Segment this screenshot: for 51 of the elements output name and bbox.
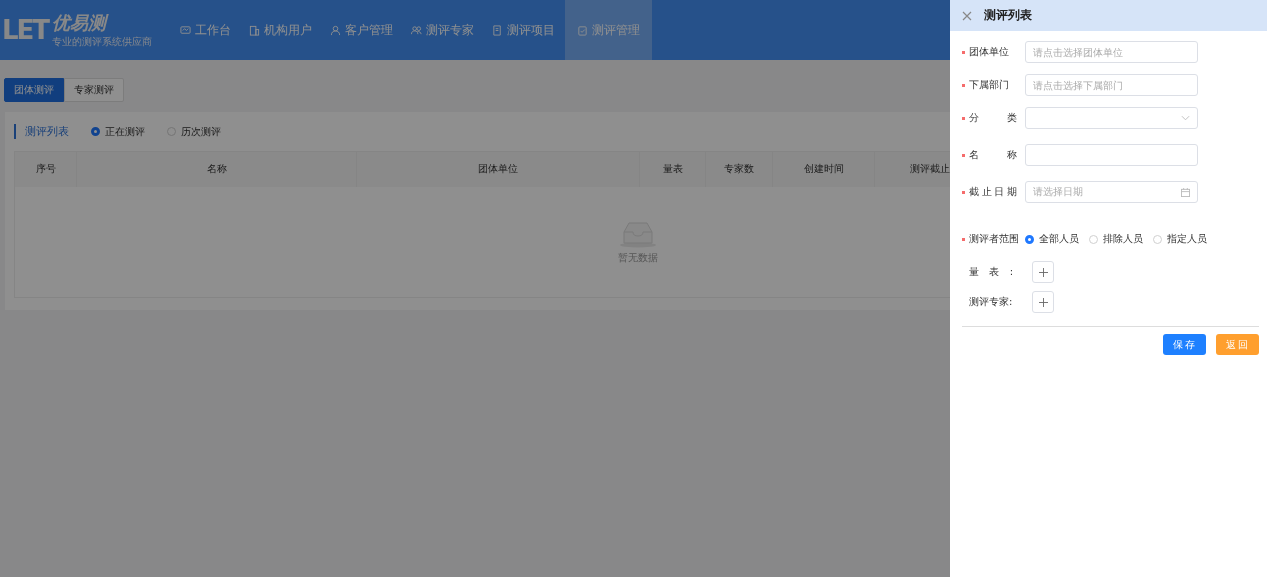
plus-icon — [1038, 297, 1048, 307]
nav-item[interactable]: 工作台 — [172, 0, 241, 60]
user-icon — [330, 24, 341, 36]
add-button[interactable] — [1032, 261, 1054, 283]
nav-item[interactable]: 测评专家 — [403, 0, 484, 60]
close-button[interactable] — [962, 10, 972, 21]
building-icon — [249, 24, 260, 36]
select-field[interactable] — [1025, 107, 1198, 129]
column-header: 量表 — [640, 152, 706, 187]
column-header: 团体单位 — [357, 152, 640, 187]
field-label: 团体单位 — [969, 45, 1009, 59]
brand-name: 优易测 — [52, 11, 110, 35]
text-field[interactable]: 请点击选择下属部门 — [1025, 74, 1198, 96]
clipboard-icon — [577, 24, 588, 36]
scope-radio[interactable]: 全部人员 — [1025, 232, 1079, 246]
text-field[interactable]: 请点击选择团体单位 — [1025, 41, 1198, 63]
tab[interactable]: 团体测评 — [4, 78, 64, 102]
column-header: 专家数 — [706, 152, 773, 187]
text-field[interactable] — [1025, 144, 1198, 166]
section-title: 测评列表 — [14, 124, 69, 139]
monitor-icon — [180, 24, 191, 36]
nav-item[interactable]: 机构用户 — [241, 0, 322, 60]
filter-radio[interactable]: 正在测评 — [91, 124, 145, 139]
calendar-icon — [1181, 187, 1190, 197]
brand-tagline: 专业的测评系统供应商 — [52, 35, 153, 49]
tab[interactable]: 专家测评 — [64, 78, 124, 102]
field-label: 量表: — [969, 265, 1013, 279]
column-header: 名称 — [77, 152, 357, 187]
nav-item[interactable]: 测评项目 — [484, 0, 565, 60]
document-icon — [492, 24, 503, 36]
field-label: 截止日期 — [969, 185, 1017, 199]
scope-radio[interactable]: 指定人员 — [1153, 232, 1207, 246]
field-label: 分类 — [969, 111, 1017, 125]
close-icon — [962, 10, 972, 21]
scope-radio[interactable]: 排除人员 — [1089, 232, 1143, 246]
users-icon — [411, 24, 422, 36]
column-header: 创建时间 — [773, 152, 875, 187]
field-label: 测评者范围 — [969, 232, 1019, 246]
column-header: 序号 — [15, 152, 77, 187]
save-button[interactable]: 保存 — [1163, 334, 1206, 355]
drawer-title: 测评列表 — [984, 8, 1032, 23]
field-label: 下属部门 — [969, 78, 1009, 92]
nav-item[interactable]: 客户管理 — [322, 0, 403, 60]
field-label: 测评专家: — [969, 295, 1013, 309]
date-field[interactable]: 请选择日期 — [1025, 181, 1198, 203]
chevron-down-icon — [1181, 115, 1190, 121]
add-button[interactable] — [1032, 291, 1054, 313]
plus-icon — [1038, 267, 1048, 277]
logo-mark: LET — [2, 15, 49, 45]
filter-radio[interactable]: 历次测评 — [167, 124, 221, 139]
back-button[interactable]: 返回 — [1216, 334, 1259, 355]
